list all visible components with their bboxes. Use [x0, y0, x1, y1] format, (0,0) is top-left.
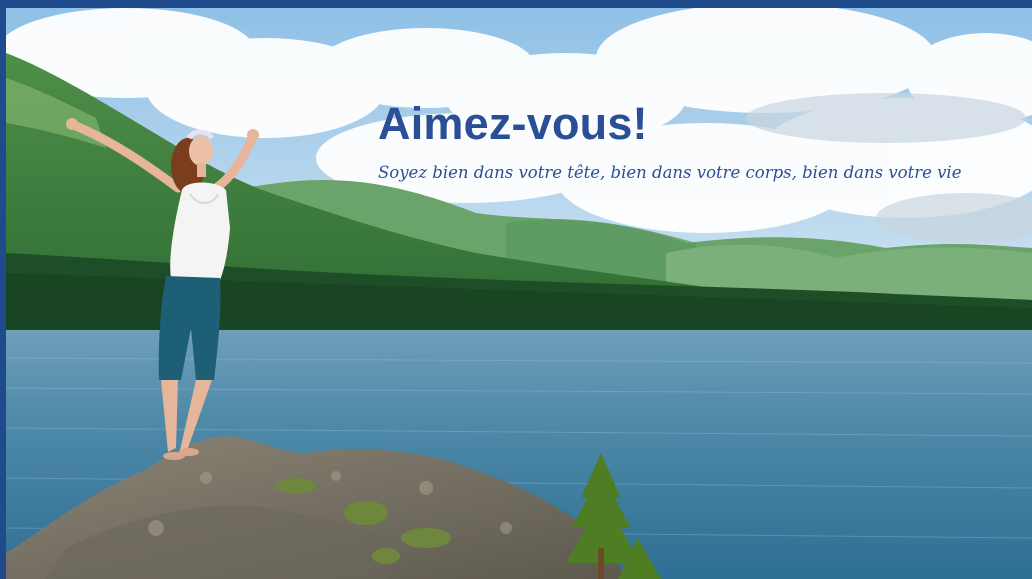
hero-banner: Aimez-vous! Soyez bien dans votre tête, … — [6, 8, 1032, 579]
page-frame: Aimez-vous! Soyez bien dans votre tête, … — [0, 0, 1032, 579]
hero-background-image — [6, 8, 1032, 579]
hero-title: Aimez-vous! — [378, 98, 648, 149]
hero-subtitle: Soyez bien dans votre tête, bien dans vo… — [378, 163, 962, 182]
